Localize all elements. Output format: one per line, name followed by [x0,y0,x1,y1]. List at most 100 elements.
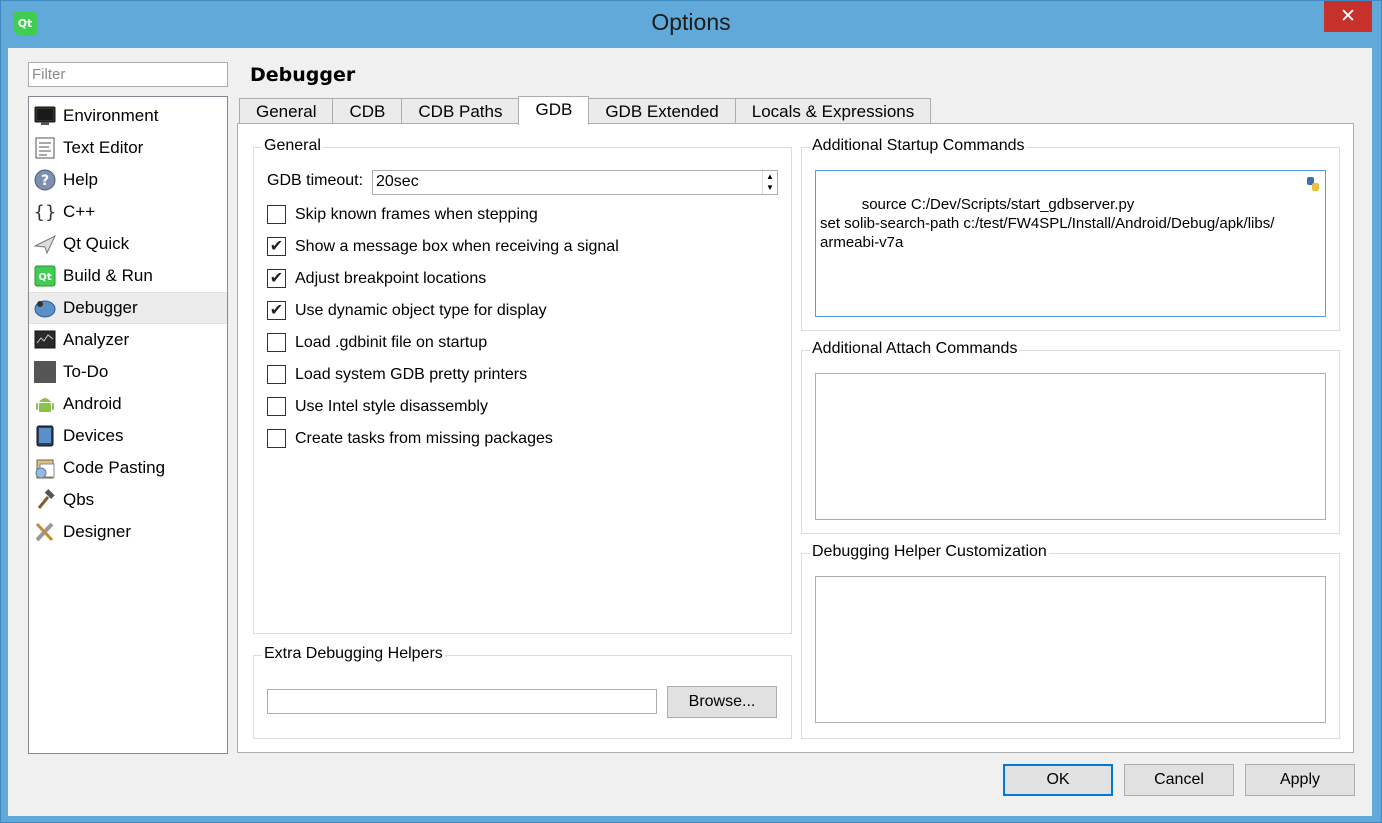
option-label: Show a message box when receiving a sign… [295,237,619,255]
option-label: Load system GDB pretty printers [295,365,528,383]
checkbox[interactable] [267,429,286,448]
option-adjust-breakpoints[interactable]: ✔ Adjust breakpoint locations [267,269,486,288]
timeout-label-text: GDB timeout: [267,172,364,189]
checkbox[interactable] [267,397,286,416]
cancel-button[interactable]: Cancel [1124,764,1234,796]
category-environment[interactable]: Environment [29,100,227,132]
category-devices[interactable]: Devices [29,420,227,452]
category-todo[interactable]: To-Do [29,356,227,388]
category-qt-quick[interactable]: Qt Quick [29,228,227,260]
category-label: C++ [63,202,96,221]
checkbox[interactable] [267,205,286,224]
analyzer-icon [34,329,56,351]
category-analyzer[interactable]: Analyzer [29,324,227,356]
option-load-gdbinit[interactable]: Load .gdbinit file on startup [267,333,487,352]
tab-cdb[interactable]: CDB [332,98,403,124]
timeout-label: GDB timeout: [267,172,363,190]
checkbox-checked[interactable]: ✔ [267,301,286,320]
debugger-bug-icon [34,297,56,319]
category-code-pasting[interactable]: Code Pasting [29,452,227,484]
checkmark-icon: ✔ [269,269,284,287]
devices-icon [34,425,56,447]
monitor-icon [34,105,56,127]
code-pasting-icon [34,457,56,479]
category-label: Qbs [63,490,95,509]
category-label: Debugger [63,298,138,317]
category-text-editor[interactable]: Text Editor [29,132,227,164]
group-title: Additional Startup Commands [810,137,1027,155]
startup-commands-text: source C:/Dev/Scripts/start_gdbserver.py… [820,196,1275,251]
designer-icon [34,521,56,543]
attach-commands-group: Additional Attach Commands [801,340,1340,534]
svg-text:Qt: Qt [38,272,52,283]
dialog-body: Environment Text Editor ? Help {} C++ Qt… [8,48,1372,816]
options-dialog: Qt Options ✕ Environment Text Editor ? H… [0,0,1382,823]
checkbox-checked[interactable]: ✔ [267,237,286,256]
todo-icon [34,361,56,383]
general-group: General GDB timeout: 20sec ▲ ▼ Skip known… [253,137,792,634]
category-label: To-Do [63,362,109,381]
attach-commands-editor[interactable] [815,373,1326,520]
checkbox[interactable] [267,365,286,384]
category-label: Devices [63,426,124,445]
category-label: Code Pasting [63,458,166,477]
option-dynamic-object-type[interactable]: ✔ Use dynamic object type for display [267,301,547,320]
helper-customization-group: Debugging Helper Customization [801,543,1340,739]
option-skip-known-frames[interactable]: Skip known frames when stepping [267,205,538,224]
timeout-value: 20sec [376,173,419,190]
text-editor-icon [34,137,56,159]
helper-customization-editor[interactable] [815,576,1326,723]
ok-button[interactable]: OK [1003,764,1113,796]
group-title: General [262,137,323,155]
android-icon [34,393,56,415]
extra-helpers-group: Extra Debugging Helpers Browse... [253,645,792,739]
title-bar[interactable]: Qt Options ✕ [1,1,1381,48]
filter-input[interactable] [28,62,228,87]
tab-gdb-extended[interactable]: GDB Extended [588,98,736,124]
spin-up-icon[interactable]: ▲ [763,171,777,182]
option-show-message-box[interactable]: ✔ Show a message box when receiving a sig… [267,237,619,256]
category-build-run[interactable]: Qt Build & Run [29,260,227,292]
category-label: Build & Run [63,266,153,285]
svg-text:?: ? [41,173,49,189]
option-label: Adjust breakpoint locations [295,269,487,287]
category-cpp[interactable]: {} C++ [29,196,227,228]
option-create-tasks[interactable]: Create tasks from missing packages [267,429,553,448]
category-label: Android [63,394,122,413]
category-qbs[interactable]: Qbs [29,484,227,516]
option-label: Use dynamic object type for display [295,301,547,319]
option-intel-disassembly[interactable]: Use Intel style disassembly [267,397,488,416]
gdb-timeout-spinbox[interactable]: 20sec ▲ ▼ [372,170,778,195]
browse-button[interactable]: Browse... [667,686,777,718]
option-pretty-printers[interactable]: Load system GDB pretty printers [267,365,527,384]
category-designer[interactable]: Designer [29,516,227,548]
checkbox[interactable] [267,333,286,352]
help-icon: ? [34,169,56,191]
tab-bar: General CDB CDB Paths GDB GDB Extended L… [239,96,932,125]
category-label: Text Editor [63,138,144,157]
group-title: Extra Debugging Helpers [262,645,445,663]
category-android[interactable]: Android [29,388,227,420]
category-label: Environment [63,106,159,125]
build-run-icon: Qt [34,265,56,287]
svg-text:{}: {} [34,202,56,223]
group-title: Additional Attach Commands [810,340,1020,358]
startup-commands-editor[interactable]: source C:/Dev/Scripts/start_gdbserver.py… [815,170,1326,317]
extra-helpers-path-input[interactable] [267,689,657,714]
tab-gdb[interactable]: GDB [518,96,590,125]
tab-locals-expressions[interactable]: Locals & Expressions [734,98,932,124]
option-label: Use Intel style disassembly [295,397,488,415]
page-title: Debugger [250,64,356,86]
category-list: Environment Text Editor ? Help {} C++ Qt… [28,96,228,754]
tab-cdb-paths[interactable]: CDB Paths [401,98,520,124]
close-button[interactable]: ✕ [1324,1,1372,32]
apply-button[interactable]: Apply [1245,764,1355,796]
tab-general[interactable]: General [239,98,334,124]
spin-buttons[interactable]: ▲ ▼ [762,171,777,194]
category-help[interactable]: ? Help [29,164,227,196]
checkbox-checked[interactable]: ✔ [267,269,286,288]
checkmark-icon: ✔ [269,237,284,255]
category-debugger[interactable]: Debugger [29,292,227,324]
category-label: Help [63,170,98,189]
spin-down-icon[interactable]: ▼ [763,182,777,193]
